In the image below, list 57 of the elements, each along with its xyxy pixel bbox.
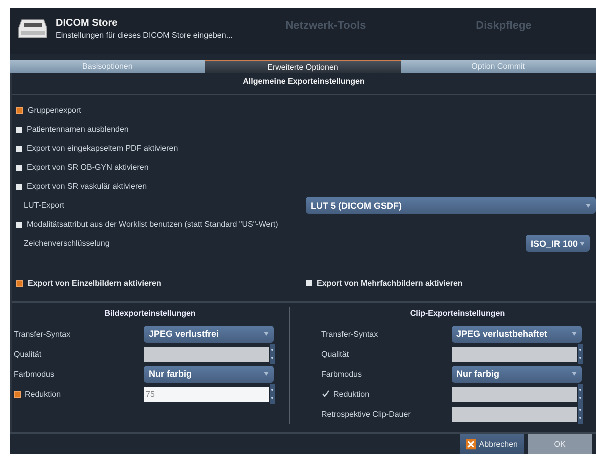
dropdown[interactable]: JPEG verlustfrei xyxy=(144,326,274,342)
field-label: Qualität xyxy=(322,350,350,358)
field-label: Farbmodus xyxy=(322,370,362,378)
checkbox[interactable] xyxy=(306,280,312,286)
caret-icon xyxy=(572,332,576,336)
field-label: Transfer-Syntax xyxy=(14,330,71,338)
caret-icon xyxy=(572,372,576,376)
checkbox[interactable] xyxy=(16,164,22,170)
checkbox[interactable] xyxy=(14,390,21,398)
background-tab-label: Diskpflege xyxy=(475,20,533,32)
dialog-subtitle: Einstellungen für dieses DICOM Store eingeben... xyxy=(56,31,233,40)
dropdown[interactable]: LUT 5 (DICOM GSDF) xyxy=(306,197,596,214)
caret-icon xyxy=(586,204,591,208)
dropdown[interactable]: Nur farbig xyxy=(452,366,582,382)
tab[interactable]: Erweiterte Optionen xyxy=(205,60,401,73)
field-label: Zeichenverschlüsselung xyxy=(23,239,110,248)
caret-icon xyxy=(580,242,585,246)
dropdown[interactable]: ISO_IR 100 xyxy=(526,235,590,252)
option-label: Export von SR vaskulär aktivieren xyxy=(27,182,148,191)
checkbox[interactable] xyxy=(16,107,23,114)
option-label: Export von Einzelbildern aktivieren xyxy=(28,278,162,288)
field-label: Farbmodus xyxy=(14,370,54,378)
spin-arrows-icon[interactable] xyxy=(270,344,275,364)
background-tab-label: Netzwerk-Tools xyxy=(284,20,368,32)
caret-icon xyxy=(264,372,269,376)
caret-icon xyxy=(264,332,269,336)
spin-arrows-icon[interactable] xyxy=(578,344,582,364)
option-label: Modalitätsattribut aus der Worklist benutzen (statt Standard "US"-Wert) xyxy=(27,220,278,229)
option-label: Export von eingekapseltem PDF aktivieren xyxy=(27,144,178,153)
checkbox[interactable] xyxy=(16,126,22,132)
field-label: Reduktion xyxy=(25,390,62,398)
field-label: Retrospektive Clip-Dauer xyxy=(322,410,411,418)
cancel-button[interactable]: Abbrechen xyxy=(460,434,524,454)
panel-title: Bildexporteinstellungen xyxy=(104,309,196,318)
storage-drive-icon xyxy=(18,18,48,40)
field-label: Reduktion xyxy=(334,390,370,398)
dropdown[interactable]: JPEG verlustbehaftet xyxy=(452,326,582,342)
spin-arrows-icon[interactable] xyxy=(578,384,582,404)
spin-arrows-icon[interactable] xyxy=(270,384,275,404)
checkbox[interactable] xyxy=(16,184,22,190)
checkbox[interactable] xyxy=(16,146,22,152)
field-label: LUT-Export xyxy=(23,201,64,210)
dialog-title: DICOM Store xyxy=(56,18,119,29)
option-label: Patientennamen ausblenden xyxy=(27,125,129,134)
spin-arrows-icon[interactable] xyxy=(578,404,582,424)
number-field[interactable]: 75 xyxy=(144,386,269,402)
field-label: Transfer-Syntax xyxy=(322,330,378,338)
panel-title: Clip-Exporteinstellungen xyxy=(410,309,506,318)
checkbox[interactable] xyxy=(16,280,23,286)
checkbox[interactable] xyxy=(16,222,22,228)
dropdown[interactable]: Nur farbig xyxy=(144,366,274,382)
option-label: Gruppenexport xyxy=(28,106,82,115)
section-title: Allgemeine Exporteinstellungen xyxy=(243,77,365,86)
field-label: Qualität xyxy=(14,350,42,358)
option-label: Export von Mehrfachbildern aktivieren xyxy=(317,278,463,288)
close-icon xyxy=(466,438,476,450)
option-label: Export von SR OB-GYN aktivieren xyxy=(27,163,149,172)
